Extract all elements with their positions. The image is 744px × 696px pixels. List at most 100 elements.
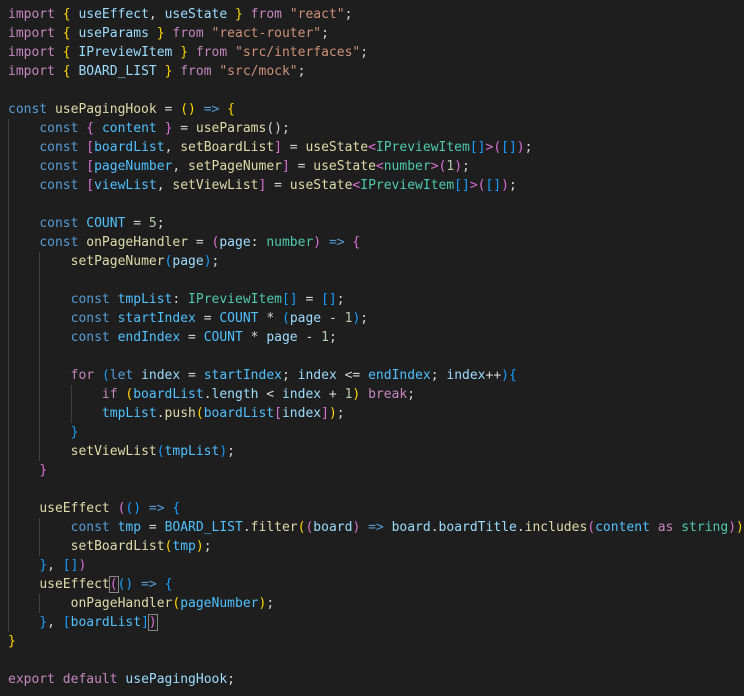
code-line[interactable] — [8, 81, 744, 100]
code-lines[interactable]: import { useEffect, useState } from "rea… — [8, 5, 744, 689]
indent-guide — [8, 233, 9, 252]
code-token: const — [70, 330, 110, 345]
code-token: } — [39, 615, 48, 630]
code-line[interactable]: const usePagingHook = () => { — [8, 100, 744, 119]
code-token: const — [70, 311, 110, 326]
code-token: } — [39, 463, 48, 478]
code-line[interactable]: const { content } = useParams(); — [8, 119, 744, 138]
code-token: ( — [156, 444, 165, 459]
code-line[interactable]: setViewList(tmpList); — [8, 442, 744, 461]
code-line[interactable]: const endIndex = COUNT * page - 1; — [8, 328, 744, 347]
code-token: IPreviewItem — [188, 292, 282, 307]
code-line[interactable] — [8, 651, 744, 670]
indent-guide — [8, 461, 9, 480]
code-token: startIndex — [117, 311, 196, 326]
code-line[interactable] — [8, 347, 744, 366]
code-token: ( — [195, 406, 204, 421]
code-line[interactable]: tmpList.push(boardList[index]); — [8, 404, 744, 423]
code-line[interactable]: export default usePagingHook; — [8, 670, 744, 689]
code-line[interactable]: setBoardList(tmp); — [8, 537, 744, 556]
code-token: setViewList — [70, 444, 157, 459]
indent-guide — [39, 537, 41, 556]
code-token: import — [8, 26, 55, 41]
code-token: number — [383, 159, 431, 174]
code-token: (); — [266, 121, 290, 136]
code-line[interactable]: import { useParams } from "react-router"… — [8, 24, 744, 43]
code-token: const — [70, 520, 110, 535]
code-token: const — [39, 235, 79, 250]
code-token: useParams — [195, 121, 267, 136]
code-line[interactable] — [8, 195, 744, 214]
code-line[interactable]: useEffect(() => { — [8, 575, 744, 594]
code-editor[interactable]: import { useEffect, useState } from "rea… — [0, 0, 744, 696]
code-line[interactable]: useEffect (() => { — [8, 499, 744, 518]
code-line[interactable]: const COUNT = 5; — [8, 214, 744, 233]
code-token: push — [164, 406, 196, 421]
indent-guide — [70, 404, 72, 423]
code-token: filter — [250, 520, 298, 535]
code-line[interactable]: }, []) — [8, 556, 744, 575]
code-token: page — [219, 235, 251, 250]
indent-guide — [8, 594, 9, 613]
code-line[interactable]: const onPageHandler = (page: number) => … — [8, 233, 744, 252]
code-line[interactable]: const [boardList, setBoardList] = useSta… — [8, 138, 744, 157]
code-token: = — [125, 216, 149, 231]
code-token: = — [188, 235, 212, 250]
code-line[interactable]: const startIndex = COUNT * (page - 1); — [8, 309, 744, 328]
code-line[interactable]: const [viewList, setViewList] = useState… — [8, 176, 744, 195]
code-line[interactable]: onPageHandler(pageNumber); — [8, 594, 744, 613]
code-token: tmpList — [117, 292, 173, 307]
code-token: = — [141, 520, 165, 535]
code-line[interactable]: import { BOARD_LIST } from "src/mock"; — [8, 62, 744, 81]
code-token: { — [164, 577, 173, 592]
indent-guide — [39, 385, 41, 404]
indent-guide — [8, 518, 9, 537]
code-token: => — [141, 577, 157, 592]
code-token: boardList — [70, 615, 142, 630]
code-token: useParams — [78, 26, 149, 41]
code-token: : — [172, 292, 189, 307]
code-token: ] — [274, 140, 282, 155]
code-token: [] — [501, 140, 517, 155]
code-token: ( — [493, 140, 502, 155]
code-token: => — [203, 102, 220, 117]
code-line[interactable]: } — [8, 632, 744, 651]
code-token: < — [375, 159, 384, 174]
code-line[interactable]: const tmpList: IPreviewItem[] = []; — [8, 290, 744, 309]
code-token: endIndex — [117, 330, 181, 345]
code-line[interactable]: for (let index = startIndex; index <= en… — [8, 366, 744, 385]
code-line[interactable]: setPageNumer(page); — [8, 252, 744, 271]
code-token: setPageNumer — [188, 159, 282, 174]
code-token: [ — [62, 615, 71, 630]
code-line[interactable] — [8, 271, 744, 290]
indent-guide — [8, 575, 9, 594]
code-line[interactable]: }, [boardList]) — [8, 613, 744, 632]
code-line[interactable]: if (boardList.length < index + 1) break; — [8, 385, 744, 404]
code-token: = — [172, 121, 196, 136]
code-token: useState — [289, 178, 353, 193]
code-line[interactable]: } — [8, 461, 744, 480]
code-line[interactable]: const tmp = BOARD_LIST.filter((board) =>… — [8, 518, 744, 537]
code-token: COUNT — [86, 216, 126, 231]
code-token: } — [39, 558, 48, 573]
code-line[interactable]: const [pageNumber, setPageNumer] = useSt… — [8, 157, 744, 176]
code-line[interactable]: import { IPreviewItem } from "src/interf… — [8, 43, 744, 62]
code-token: ; — [360, 311, 369, 326]
code-token: "src/interfaces" — [235, 45, 361, 60]
indent-guide — [8, 442, 9, 461]
code-token: ) — [728, 520, 737, 535]
code-line[interactable]: import { useEffect, useState } from "rea… — [8, 5, 744, 24]
code-token: } — [70, 425, 79, 440]
code-line[interactable] — [8, 480, 744, 499]
code-line[interactable]: } — [8, 423, 744, 442]
